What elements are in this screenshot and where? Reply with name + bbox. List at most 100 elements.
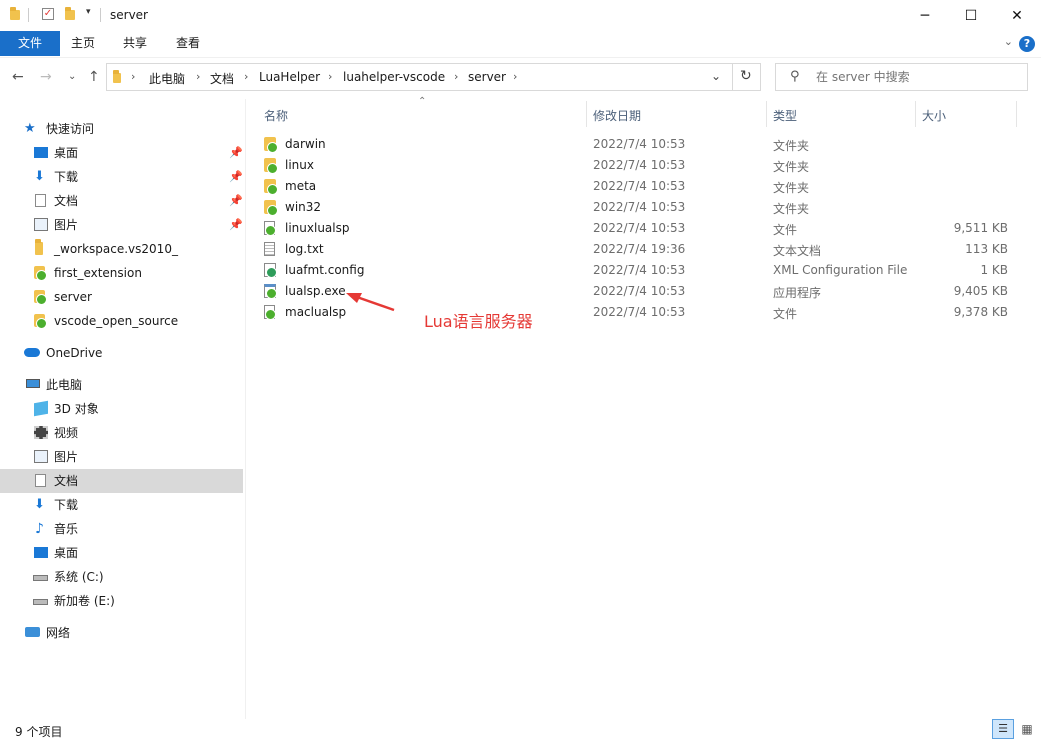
- large-icons-view-button[interactable]: ▦: [1017, 719, 1037, 739]
- download-icon: ⬇: [34, 169, 45, 184]
- pin-icon[interactable]: 📌: [229, 141, 243, 165]
- vscode-file-icon: [264, 305, 276, 320]
- table-row[interactable]: luafmt.config 2022/7/4 10:53 XML Configu…: [262, 260, 1022, 281]
- breadcrumb-this-pc[interactable]: 此电脑: [149, 70, 185, 87]
- window-title: server: [110, 8, 148, 22]
- details-view-button[interactable]: ☰: [992, 719, 1014, 739]
- help-icon[interactable]: ?: [1019, 36, 1035, 52]
- refresh-icon[interactable]: ↻: [740, 68, 752, 84]
- vscode-folder-icon: [34, 266, 47, 281]
- back-button[interactable]: ←: [12, 69, 24, 85]
- pin-icon[interactable]: 📌: [229, 165, 243, 189]
- sidebar-item-label: 图片: [54, 450, 79, 464]
- column-header-name[interactable]: 名称: [264, 107, 288, 124]
- pane-divider[interactable]: [245, 99, 246, 719]
- breadcrumb-separator[interactable]: ›: [328, 70, 332, 83]
- desktop-icon: [34, 147, 48, 158]
- film-icon: [34, 426, 48, 439]
- maximize-button[interactable]: ☐: [948, 0, 994, 31]
- file-name: linux: [285, 158, 314, 172]
- breadcrumb-documents[interactable]: 文档: [210, 70, 234, 87]
- pin-icon[interactable]: 📌: [229, 213, 243, 237]
- drive-icon: [33, 575, 48, 581]
- tab-file[interactable]: 文件: [0, 31, 60, 56]
- tab-share[interactable]: 共享: [109, 31, 161, 56]
- forward-button[interactable]: →: [40, 69, 52, 85]
- sidebar-item-label: OneDrive: [46, 346, 103, 360]
- sidebar-item-label: 文档: [54, 474, 79, 488]
- recent-locations-icon[interactable]: ⌄: [68, 71, 76, 82]
- tab-view[interactable]: 查看: [162, 31, 214, 56]
- title-separator-2: [100, 8, 101, 22]
- title-separator: [28, 8, 29, 22]
- sidebar-item-label: 文档: [54, 194, 79, 208]
- breadcrumb-separator[interactable]: ›: [196, 70, 200, 83]
- file-type: 文件夹: [773, 181, 810, 195]
- drive-icon: [33, 599, 48, 605]
- column-divider[interactable]: [1016, 101, 1017, 127]
- quick-access-dropdown-icon[interactable]: ▾: [86, 7, 91, 17]
- column-header-size[interactable]: 大小: [922, 107, 946, 124]
- vscode-file-icon: [264, 221, 276, 236]
- file-size: 1 KB: [980, 263, 1008, 277]
- column-divider[interactable]: [915, 101, 916, 127]
- sidebar-item-downloads[interactable]: ⬇ 下载 📌: [32, 165, 243, 189]
- sidebar-item-desktop[interactable]: 桌面 📌: [32, 141, 243, 165]
- file-name: maclualsp: [285, 305, 347, 319]
- breadcrumb-separator[interactable]: ›: [513, 70, 517, 83]
- collapse-ribbon-icon[interactable]: ⌄: [1004, 35, 1013, 48]
- tab-home[interactable]: 主页: [57, 31, 109, 56]
- file-modified: 2022/7/4 10:53: [593, 179, 686, 193]
- new-folder-icon[interactable]: [65, 7, 75, 20]
- column-divider[interactable]: [766, 101, 767, 127]
- search-icon: ⚲: [790, 69, 800, 84]
- vscode-folder-icon: [264, 200, 278, 216]
- breadcrumb-luahelper-vscode[interactable]: luahelper-vscode: [343, 70, 445, 84]
- file-modified: 2022/7/4 10:53: [593, 200, 686, 214]
- file-modified: 2022/7/4 10:53: [593, 305, 686, 319]
- table-row[interactable]: log.txt 2022/7/4 19:36 文本文档 113 KB: [262, 239, 1022, 260]
- network-icon: [25, 627, 40, 637]
- sidebar-item-label: 快速访问: [46, 122, 95, 136]
- column-divider[interactable]: [586, 101, 587, 127]
- address-bar[interactable]: › 此电脑 › 文档 › LuaHelper › luahelper-vscod…: [106, 63, 761, 91]
- search-input[interactable]: [814, 69, 1018, 85]
- table-row[interactable]: linux 2022/7/4 10:53 文件夹: [262, 155, 1022, 176]
- address-dropdown-icon[interactable]: ⌄: [711, 69, 721, 83]
- sidebar-item-documents[interactable]: 文档 📌: [32, 189, 243, 213]
- table-row[interactable]: meta 2022/7/4 10:53 文件夹: [262, 176, 1022, 197]
- up-button[interactable]: ↑: [88, 69, 100, 85]
- properties-icon[interactable]: ✓: [42, 8, 54, 20]
- pictures-icon: [34, 450, 48, 463]
- file-size: 9,511 KB: [953, 221, 1008, 235]
- annotation-arrow: [346, 293, 395, 312]
- table-row[interactable]: darwin 2022/7/4 10:53 文件夹: [262, 134, 1022, 155]
- cloud-icon: [24, 348, 40, 357]
- file-type: 文件夹: [773, 139, 810, 153]
- breadcrumb-separator[interactable]: ›: [244, 70, 248, 83]
- table-row[interactable]: win32 2022/7/4 10:53 文件夹: [262, 197, 1022, 218]
- breadcrumb-separator[interactable]: ›: [454, 70, 458, 83]
- search-box[interactable]: ⚲: [775, 63, 1028, 91]
- breadcrumb-server[interactable]: server: [468, 70, 506, 84]
- close-button[interactable]: ✕: [994, 0, 1040, 31]
- computer-icon: [26, 379, 40, 388]
- pin-icon[interactable]: 📌: [229, 189, 243, 213]
- vscode-folder-icon: [264, 179, 278, 195]
- sidebar-item-pictures[interactable]: 图片 📌: [32, 213, 243, 237]
- status-bar: 9 个项目 ☰ ▦: [0, 719, 1041, 743]
- file-name: linuxlualsp: [285, 221, 350, 235]
- vscode-folder-icon: [34, 314, 47, 329]
- breadcrumb-separator[interactable]: ›: [131, 70, 135, 83]
- file-name: log.txt: [285, 242, 324, 256]
- column-header-modified[interactable]: 修改日期: [593, 107, 641, 124]
- breadcrumb-luahelper[interactable]: LuaHelper: [259, 70, 320, 84]
- minimize-button[interactable]: ─: [902, 0, 948, 31]
- column-header-type[interactable]: 类型: [773, 107, 797, 124]
- file-type: 应用程序: [773, 286, 822, 300]
- sidebar-item-label: 视频: [54, 426, 79, 440]
- table-row[interactable]: linuxlualsp 2022/7/4 10:53 文件 9,511 KB: [262, 218, 1022, 239]
- document-icon: [35, 474, 46, 487]
- file-modified: 2022/7/4 19:36: [593, 242, 686, 256]
- sidebar-item-label: 网络: [46, 626, 71, 640]
